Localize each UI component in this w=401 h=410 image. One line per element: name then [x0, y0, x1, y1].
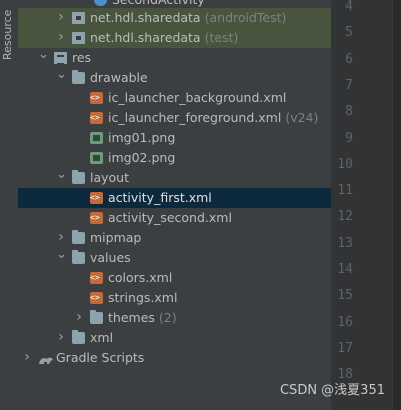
tree-item-label: img02.png: [108, 150, 176, 165]
xml-file-icon: [90, 88, 103, 108]
watermark: CSDN @浅夏351: [279, 383, 385, 398]
line-number: 11: [337, 183, 353, 199]
tree-item[interactable]: ic_launcher_background.xml: [18, 88, 331, 108]
tree-item-label: Gradle Scripts: [56, 350, 145, 365]
line-number: 7: [345, 77, 353, 93]
expand-arrow-icon[interactable]: ›: [56, 28, 66, 48]
tree-item-label: layout: [90, 170, 130, 185]
tree-item-label: xml: [90, 330, 114, 345]
tree-item-label: activity_first.xml: [108, 190, 212, 205]
line-number: 17: [337, 340, 353, 356]
tree-item[interactable]: ⌄ values: [18, 248, 331, 268]
xml-file-icon: [90, 208, 103, 228]
tree-item-label: mipmap: [90, 230, 142, 245]
tree-item-text: net.hdl.sharedata (test): [90, 28, 238, 48]
png-file-icon: [90, 152, 103, 164]
tree-item-text: themes (2): [108, 308, 177, 328]
tree-item-label: ic_launcher_background.xml: [108, 90, 287, 105]
expand-arrow-icon[interactable]: ›: [56, 328, 66, 348]
xml-file-icon: [90, 288, 103, 308]
tree-item[interactable]: › xml: [18, 328, 331, 348]
tree-item-hint: (2): [158, 310, 177, 325]
tree-item[interactable]: ic_launcher_foreground.xml(v24): [18, 108, 331, 128]
collapse-arrow-icon[interactable]: ⌄: [56, 68, 67, 88]
xml-file-icon: [90, 188, 103, 208]
tree-item[interactable]: colors.xml: [18, 268, 331, 288]
package-icon: [72, 32, 85, 44]
line-number: 13: [337, 235, 353, 251]
line-number: 8: [345, 104, 353, 120]
resource-manager-side-tab[interactable]: Resource: [0, 0, 19, 410]
tree-item-hint: (androidTest): [204, 10, 287, 25]
tree-item[interactable]: img02.png: [18, 148, 331, 168]
tree-item[interactable]: img01.png: [18, 128, 331, 148]
expand-arrow-icon[interactable]: ›: [22, 348, 32, 368]
line-number: 15: [337, 288, 353, 304]
tree-item-label: ic_launcher_foreground.xml: [108, 110, 282, 125]
activity-icon: [94, 0, 107, 6]
xml-file-icon: [90, 108, 103, 128]
project-tree[interactable]: SecondActivity ›net.hdl.sharedata(androi…: [18, 0, 331, 410]
tree-item-label: themes: [108, 310, 155, 325]
line-number: 6: [345, 51, 353, 67]
editor-gutter: 4 5 6 7 8 9 10 11 12 13 14 15 16 17 18: [331, 0, 401, 410]
expand-arrow-icon[interactable]: ›: [74, 308, 84, 328]
tree-item-hint: (v24): [285, 110, 319, 125]
line-number: 14: [337, 262, 353, 277]
line-number: 9: [345, 130, 353, 146]
tree-item[interactable]: strings.xml: [18, 288, 331, 308]
gradle-icon: [38, 352, 54, 364]
tree-item[interactable]: activity_first.xml: [18, 188, 331, 208]
expand-arrow-icon[interactable]: ›: [56, 8, 66, 28]
tree-item[interactable]: › Gradle Scripts: [18, 348, 331, 368]
line-number: 10: [337, 156, 353, 172]
tree-item[interactable]: activity_second.xml: [18, 208, 331, 228]
xml-file-icon: [90, 268, 103, 288]
tree-item-label: res: [72, 50, 92, 65]
line-number: 5: [345, 25, 353, 41]
png-file-icon: [90, 132, 103, 144]
folder-icon: [72, 70, 85, 84]
tree-item-text: net.hdl.sharedata (androidTest): [90, 8, 286, 28]
folder-icon: [72, 170, 85, 184]
tree-item[interactable]: › themes (2): [18, 308, 331, 328]
tree-item[interactable]: › net.hdl.sharedata (androidTest): [18, 8, 331, 28]
tree-item[interactable]: › mipmap: [18, 228, 331, 248]
tree-item[interactable]: › net.hdl.sharedata (test): [18, 28, 331, 48]
tree-item[interactable]: ⌄ res: [18, 48, 331, 68]
line-number: 16: [337, 314, 353, 330]
tree-item-label: activity_second.xml: [108, 210, 232, 225]
res-folder-icon: [54, 52, 67, 65]
package-icon: [72, 12, 85, 24]
tree-item-hint: (test): [204, 30, 239, 45]
tree-item-text: ic_launcher_foreground.xml (v24): [108, 108, 318, 128]
editor-area[interactable]: [392, 0, 401, 410]
tree-item[interactable]: ⌄ drawable: [18, 68, 331, 88]
folder-icon: [72, 230, 85, 244]
tree-item-label: strings.xml: [108, 290, 178, 305]
line-number: 12: [337, 209, 353, 225]
collapse-arrow-icon[interactable]: ⌄: [38, 48, 49, 68]
expand-arrow-icon[interactable]: ›: [56, 228, 66, 248]
tree-item-label: colors.xml: [108, 270, 173, 285]
resource-manager-tab-label: Resource: [1, 9, 14, 60]
tree-item-label: net.hdl.sharedata: [90, 30, 201, 45]
tree-item-label: img01.png: [108, 130, 176, 145]
tree-item[interactable]: ⌄ layout: [18, 168, 331, 188]
line-number: 4: [345, 0, 353, 14]
tree-item-label: drawable: [90, 70, 148, 85]
collapse-arrow-icon[interactable]: ⌄: [56, 168, 67, 188]
tree-item-label: values: [90, 250, 131, 265]
tree-item-label: net.hdl.sharedata: [90, 10, 201, 25]
folder-icon: [72, 250, 85, 264]
folder-icon: [72, 330, 85, 344]
collapse-arrow-icon[interactable]: ⌄: [56, 248, 67, 268]
folder-icon: [90, 310, 103, 324]
